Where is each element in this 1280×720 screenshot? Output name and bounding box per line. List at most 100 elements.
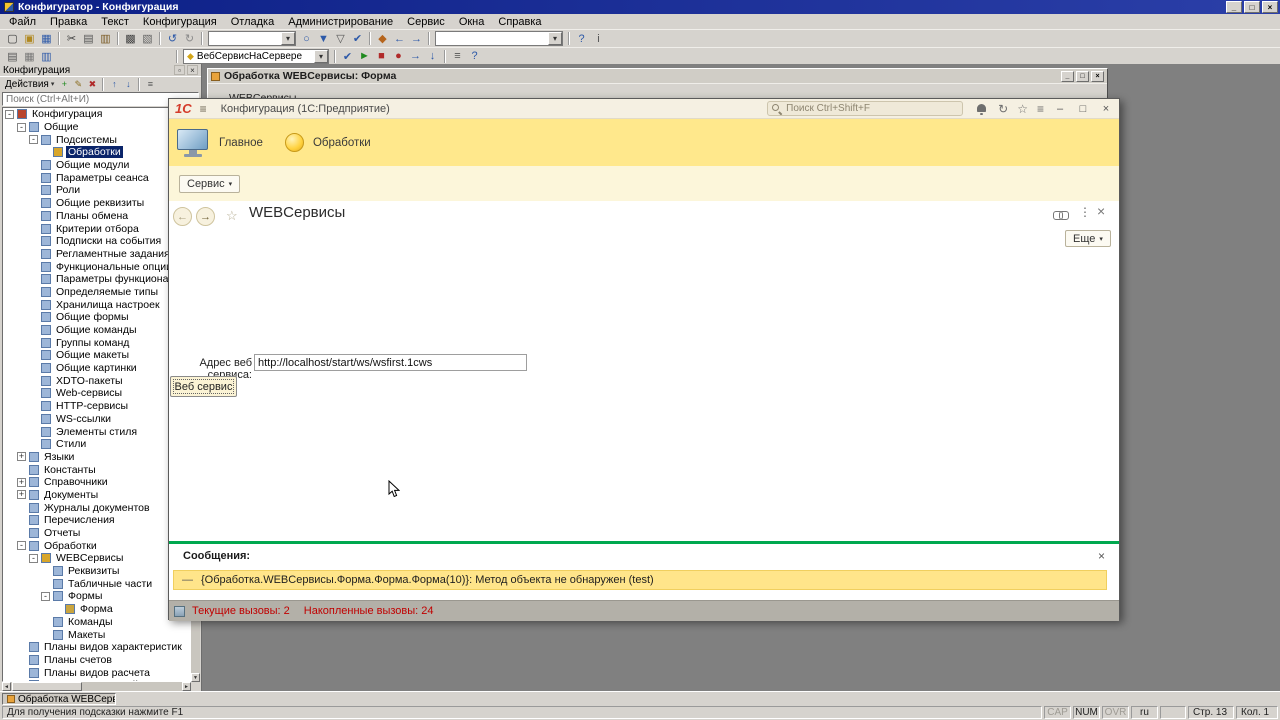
paste-icon[interactable]: ▥: [97, 31, 114, 47]
subsystem-filter-combo[interactable]: ◆ ВебСервисНаСервере ▾: [183, 48, 329, 64]
step-over-icon[interactable]: →: [407, 48, 424, 64]
tree-node[interactable]: Параметры сеанса: [3, 171, 190, 184]
tree-node[interactable]: + Документы: [3, 489, 190, 502]
more-dots-icon[interactable]: ⋮: [1079, 205, 1091, 219]
web-service-button[interactable]: Веб сервис: [170, 376, 237, 397]
menu-item[interactable]: Окна: [452, 16, 492, 28]
undo-icon[interactable]: ↺: [164, 31, 181, 47]
start-debugging-icon[interactable]: ►: [356, 48, 373, 64]
tree-node[interactable]: Табличные части: [3, 577, 190, 590]
global-search-box[interactable]: Поиск Ctrl+Shift+F: [767, 101, 964, 116]
tree-node[interactable]: Подписки на события: [3, 235, 190, 248]
tree-node[interactable]: Хранилища настроек: [3, 298, 190, 311]
scroll-down-icon[interactable]: ▼: [191, 673, 200, 682]
tree-node[interactable]: - Общие: [3, 121, 190, 134]
tree-node[interactable]: Регламентные задания: [3, 248, 190, 261]
tree-node[interactable]: HTTP-сервисы: [3, 400, 190, 413]
check-syntax-icon[interactable]: ✔: [339, 48, 356, 64]
add-icon[interactable]: +: [57, 78, 71, 91]
find-icon[interactable]: ○: [298, 31, 315, 47]
tree-node[interactable]: Планы видов характеристик: [3, 641, 190, 654]
tree-node[interactable]: - Конфигурация: [3, 108, 190, 121]
collapse-icon[interactable]: -: [17, 122, 26, 132]
open-icon[interactable]: ▣: [21, 31, 38, 47]
tree-node[interactable]: - Подсистемы: [3, 133, 190, 146]
next-bookmark-icon[interactable]: →: [408, 31, 425, 47]
print-icon[interactable]: ▩: [122, 31, 139, 47]
copy-icon[interactable]: ▤: [80, 31, 97, 47]
compare-icon[interactable]: ▥: [38, 48, 55, 64]
menu-item[interactable]: Сервис: [400, 16, 452, 28]
move-down-icon[interactable]: ↓: [121, 78, 135, 91]
back-button[interactable]: ←: [173, 207, 192, 226]
minimized-window-tab[interactable]: Обработка WEBСервисы: ...: [2, 693, 116, 705]
menu-item[interactable]: Справка: [491, 16, 548, 28]
tree-node[interactable]: Общие формы: [3, 311, 190, 324]
collapse-icon[interactable]: -: [29, 553, 38, 563]
tree-node[interactable]: XDTO-пакеты: [3, 374, 190, 387]
collapse-icon[interactable]: -: [17, 541, 26, 551]
dropdown-arrow-icon[interactable]: ▾: [314, 49, 328, 63]
tree-node[interactable]: Планы видов расчета: [3, 666, 190, 679]
enterprise-maximize-button[interactable]: □: [1076, 103, 1090, 115]
new-icon[interactable]: ▢: [4, 31, 21, 47]
service-menu-button[interactable]: Сервис ▾: [179, 175, 241, 193]
move-up-icon[interactable]: ↑: [107, 78, 121, 91]
tree-node[interactable]: Перечисления: [3, 514, 190, 527]
forward-button[interactable]: →: [196, 207, 215, 226]
float-panel-icon[interactable]: ▫: [174, 65, 185, 75]
mdi-close-button[interactable]: ×: [1091, 70, 1104, 82]
tree-node[interactable]: Элементы стиля: [3, 425, 190, 438]
stop-debugging-icon[interactable]: ■: [373, 48, 390, 64]
history-icon[interactable]: ↻: [998, 103, 1008, 115]
tree-node[interactable]: Журналы документов: [3, 501, 190, 514]
tree-node[interactable]: + Справочники: [3, 476, 190, 489]
save-icon[interactable]: ▦: [38, 31, 55, 47]
redo-icon[interactable]: ↻: [181, 31, 198, 47]
replace-icon[interactable]: ▽: [332, 31, 349, 47]
dropdown-arrow-icon[interactable]: ▾: [281, 32, 295, 45]
breakpoint-icon[interactable]: ●: [390, 48, 407, 64]
collapse-icon[interactable]: -: [41, 591, 50, 601]
menu-item[interactable]: Файл: [2, 16, 43, 28]
notifications-icon[interactable]: [975, 102, 989, 116]
minimize-button[interactable]: _: [1226, 1, 1242, 13]
tree-node[interactable]: Реквизиты: [3, 565, 190, 578]
main-menu-icon[interactable]: ≡: [200, 102, 207, 116]
cut-icon[interactable]: ✂: [63, 31, 80, 47]
section-processing[interactable]: Обработки: [284, 133, 371, 152]
help-icon[interactable]: ?: [573, 31, 590, 47]
tree-node[interactable]: Константы: [3, 463, 190, 476]
actions-menu-button[interactable]: Действия ▾: [2, 78, 57, 90]
tree-node[interactable]: Общие команды: [3, 324, 190, 337]
mdi-titlebar[interactable]: Обработка WEBСервисы: Форма _ □ ×: [208, 69, 1107, 83]
search-combo[interactable]: ▾: [208, 31, 296, 46]
favorites-icon[interactable]: ☆: [1017, 103, 1028, 115]
tree-node[interactable]: Параметры функциональных опций: [3, 273, 190, 286]
scrollbar-thumb[interactable]: [12, 682, 82, 691]
tree-node[interactable]: Общие модули: [3, 159, 190, 172]
bookmark-icon[interactable]: ◆: [374, 31, 391, 47]
tree-node[interactable]: Общие картинки: [3, 362, 190, 375]
favorite-star-icon[interactable]: ☆: [226, 208, 238, 224]
tree-node[interactable]: Функциональные опции: [3, 260, 190, 273]
close-button[interactable]: ×: [1262, 1, 1278, 13]
tree-node[interactable]: Форма: [3, 603, 190, 616]
tree-node[interactable]: Обработки: [3, 146, 190, 159]
messages-close-icon[interactable]: ×: [1098, 549, 1105, 563]
tree-node[interactable]: + Языки: [3, 451, 190, 464]
more-button[interactable]: Еще ▾: [1065, 230, 1111, 247]
sections-combo[interactable]: ▾: [435, 31, 563, 46]
help-icon[interactable]: ?: [466, 48, 483, 64]
section-main[interactable]: Главное: [175, 126, 263, 160]
menu-item[interactable]: Правка: [43, 16, 94, 28]
tree-node[interactable]: Роли: [3, 184, 190, 197]
collapse-icon[interactable]: -: [5, 109, 14, 119]
collapse-icon[interactable]: -: [29, 135, 38, 145]
menu-item[interactable]: Отладка: [224, 16, 281, 28]
scroll-left-icon[interactable]: ◄: [2, 682, 11, 691]
enterprise-titlebar[interactable]: 1С ≡ Конфигурация (1С:Предприятие) Поиск…: [169, 99, 1119, 119]
tree-node[interactable]: Макеты: [3, 628, 190, 641]
tree-horizontal-scrollbar[interactable]: ◄ ►: [2, 682, 191, 691]
configuration-store-icon[interactable]: ▦: [21, 48, 38, 64]
